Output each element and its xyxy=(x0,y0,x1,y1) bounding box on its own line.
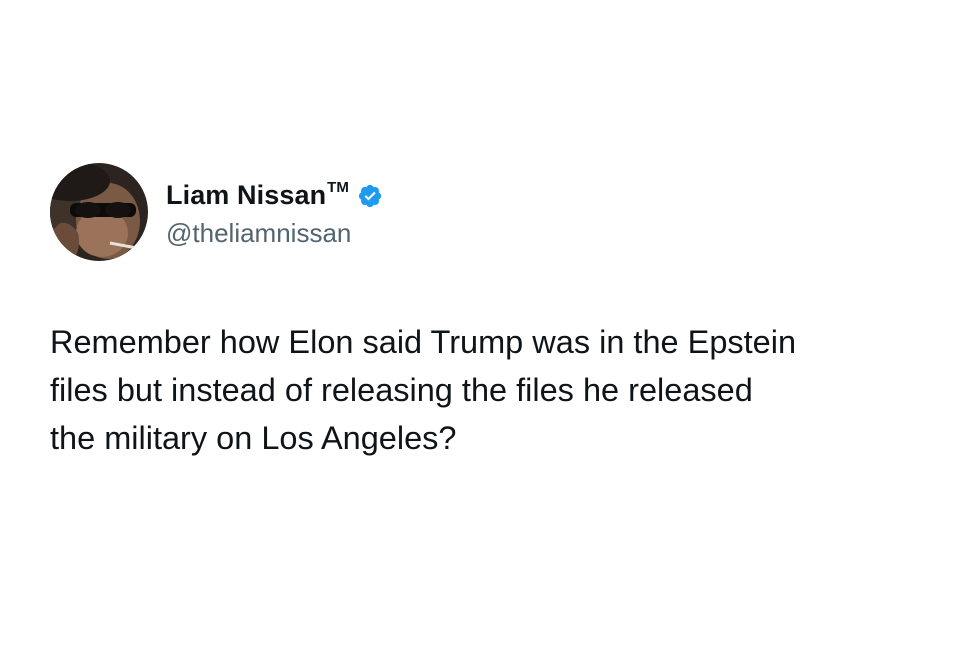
display-name[interactable]: Liam Nissan xyxy=(166,180,326,211)
avatar[interactable] xyxy=(50,163,148,261)
author-names: Liam Nissan TM @theliamnissan xyxy=(166,176,383,249)
tweet-text-line: the military on Los Angeles? xyxy=(50,420,457,456)
handle[interactable]: @theliamnissan xyxy=(166,218,383,249)
tweet-text-line: files but instead of releasing the files… xyxy=(50,372,753,408)
name-line: Liam Nissan TM xyxy=(166,176,383,216)
tweet-card: Liam Nissan TM @theliamnissan Remember ho… xyxy=(0,0,960,668)
avatar-photo-icon xyxy=(50,163,148,261)
tweet-text-line: Remember how Elon said Trump was in the … xyxy=(50,324,797,360)
verified-badge-icon xyxy=(357,183,383,209)
tweet-text: Remember how Elon said Trump was in the … xyxy=(50,318,930,462)
trademark-mark: TM xyxy=(327,179,349,196)
author-row: Liam Nissan TM @theliamnissan xyxy=(50,163,383,261)
